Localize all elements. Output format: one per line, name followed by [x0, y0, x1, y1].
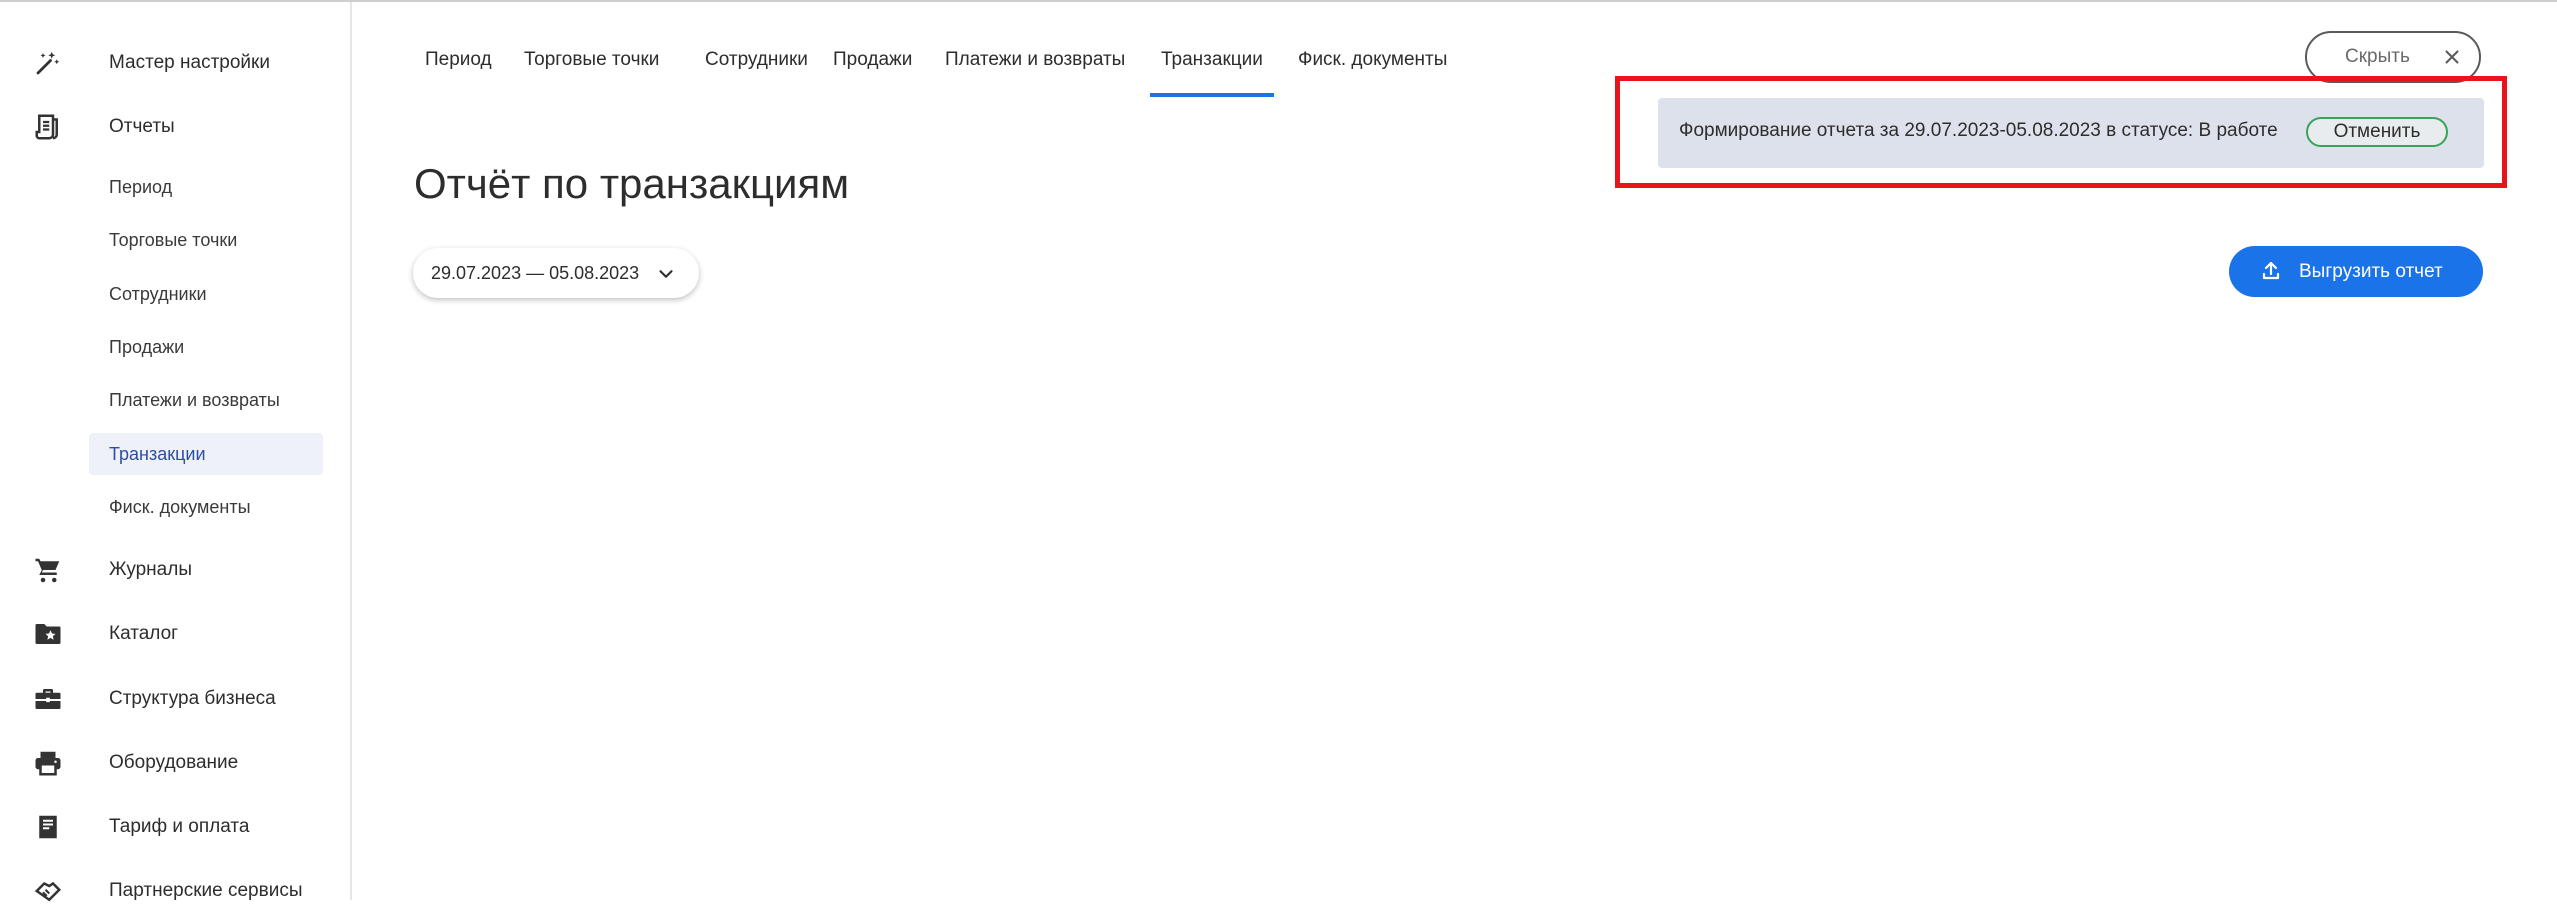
sidebar-item-label: Отчеты — [109, 116, 175, 137]
sidebar-subitem-sales[interactable]: Продажи — [89, 326, 323, 368]
sidebar-item-label: Структура бизнеса — [109, 688, 276, 709]
briefcase-icon — [32, 685, 64, 713]
report-status-notice: Формирование отчета за 29.07.2023-05.08.… — [1658, 98, 2484, 168]
sidebar-item-catalog[interactable]: Каталог — [0, 612, 350, 656]
sidebar-item-reports[interactable]: Отчеты — [0, 105, 350, 149]
tab-period[interactable]: Период — [414, 35, 503, 97]
tab-payments-refunds[interactable]: Платежи и возвраты — [934, 35, 1136, 97]
report-status-message: Формирование отчета за 29.07.2023-05.08.… — [1679, 120, 2278, 141]
top-divider — [0, 0, 2557, 2]
tab-sales[interactable]: Продажи — [822, 35, 923, 97]
chevron-down-icon — [659, 270, 673, 278]
sidebar-subitem-period[interactable]: Период — [89, 166, 323, 208]
sidebar-item-label: Мастер настройки — [109, 52, 270, 73]
folder-star-icon — [32, 620, 64, 648]
tab-label: Период — [425, 49, 492, 70]
sidebar-subitem-transactions[interactable]: Транзакции — [89, 433, 323, 475]
sidebar-item-setup-wizard[interactable]: Мастер настройки — [0, 41, 350, 85]
sidebar-subitem-label: Платежи и возвраты — [109, 389, 280, 410]
sidebar-item-label: Оборудование — [109, 752, 239, 773]
printer-icon — [32, 749, 64, 777]
sidebar-item-label: Партнерские сервисы — [109, 880, 303, 901]
page-title: Отчёт по транзакциям — [414, 160, 850, 207]
cart-icon — [32, 556, 64, 584]
export-button-label: Выгрузить отчет — [2299, 260, 2443, 282]
sidebar: Мастер настройки Отчеты Период Торговые … — [0, 2, 352, 902]
report-receipt-icon — [32, 113, 64, 141]
sidebar-subitem-payments-refunds[interactable]: Платежи и возвраты — [89, 379, 323, 421]
tab-label: Продажи — [833, 49, 913, 70]
tab-label: Сотрудники — [705, 49, 808, 70]
cancel-report-button[interactable]: Отменить — [2306, 117, 2448, 147]
sidebar-subitem-label: Торговые точки — [109, 229, 238, 250]
tab-employees[interactable]: Сотрудники — [694, 35, 819, 97]
tab-label: Платежи и возвраты — [945, 49, 1126, 70]
receipt-icon — [32, 813, 64, 841]
sidebar-subitem-label: Транзакции — [109, 443, 206, 464]
export-report-button[interactable]: Выгрузить отчет — [2229, 246, 2483, 297]
sidebar-item-partner-services[interactable]: Партнерские сервисы — [0, 869, 350, 913]
sidebar-item-label: Тариф и оплата — [109, 816, 250, 837]
sidebar-subitem-employees[interactable]: Сотрудники — [89, 273, 323, 315]
upload-icon — [2262, 261, 2280, 280]
sidebar-subitem-label: Фиск. документы — [109, 496, 251, 517]
handshake-icon — [32, 877, 64, 905]
tab-fiscal-documents[interactable]: Фиск. документы — [1287, 35, 1458, 97]
magic-wand-icon — [32, 49, 64, 77]
sidebar-subitem-label: Продажи — [109, 336, 185, 357]
close-icon — [2445, 50, 2459, 64]
sidebar-subitem-outlets[interactable]: Торговые точки — [89, 219, 323, 261]
sidebar-item-label: Каталог — [109, 623, 179, 644]
sidebar-subitem-label: Сотрудники — [109, 283, 207, 304]
sidebar-item-journals[interactable]: Журналы — [0, 548, 350, 592]
period-select[interactable]: 29.07.2023 — 05.08.2023 — [413, 248, 699, 298]
sidebar-item-business-structure[interactable]: Структура бизнеса — [0, 677, 350, 721]
tab-label: Фиск. документы — [1298, 49, 1448, 70]
tab-outlets[interactable]: Торговые точки — [513, 35, 670, 97]
tab-label: Транзакции — [1161, 49, 1263, 70]
tab-transactions[interactable]: Транзакции — [1150, 35, 1274, 97]
period-select-value: 29.07.2023 — 05.08.2023 — [431, 262, 640, 283]
sidebar-item-tariff-payment[interactable]: Тариф и оплата — [0, 805, 350, 849]
tab-label: Торговые точки — [524, 49, 660, 70]
sidebar-subitem-fiscal-documents[interactable]: Фиск. документы — [89, 486, 323, 528]
sidebar-item-label: Журналы — [109, 559, 192, 580]
sidebar-item-equipment[interactable]: Оборудование — [0, 741, 350, 785]
sidebar-subitem-label: Период — [109, 176, 173, 197]
hide-button-label: Скрыть — [2345, 46, 2410, 67]
